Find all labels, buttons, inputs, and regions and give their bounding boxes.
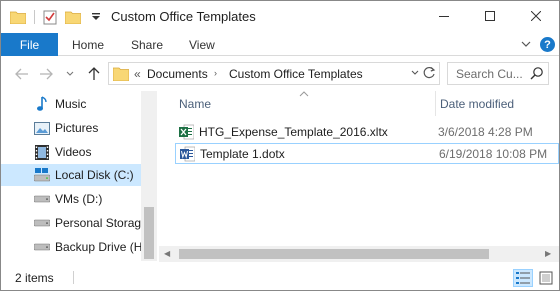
large-icons-view-button[interactable]: [536, 269, 556, 287]
file-row-selected[interactable]: Template 1.dotx 6/19/2018 10:08 PM: [175, 143, 559, 164]
title-bar: Custom Office Templates: [1, 1, 559, 33]
navigation-bar: « Documents › Custom Office Templates Se…: [1, 57, 559, 91]
status-divider: [73, 271, 74, 284]
scrollbar-thumb[interactable]: [179, 249, 489, 259]
file-row[interactable]: HTG_Expense_Template_2016.xltx 3/6/2018 …: [175, 122, 559, 143]
tab-share[interactable]: Share: [131, 38, 163, 52]
scrollbar-thumb[interactable]: [144, 207, 154, 259]
maximize-icon: [485, 11, 495, 21]
horizontal-scrollbar[interactable]: ◀ ▶: [159, 246, 559, 262]
sidebar-item-label: Local Disk (C:): [55, 168, 134, 182]
sidebar-item-local-disk[interactable]: Local Disk (C:): [1, 164, 141, 186]
file-date-modified: 6/19/2018 10:08 PM: [439, 147, 548, 161]
forward-button[interactable]: [39, 66, 53, 82]
tab-home[interactable]: Home: [72, 38, 104, 52]
folder-icon: [113, 67, 129, 81]
sidebar-item-music[interactable]: Music: [1, 93, 141, 115]
details-view-button[interactable]: [513, 269, 533, 287]
minimize-icon: [439, 16, 449, 17]
sidebar-item-videos[interactable]: Videos: [1, 141, 141, 163]
search-box[interactable]: Search Cu...: [447, 62, 549, 85]
sort-ascending-icon: [299, 89, 309, 99]
quick-access-toolbar: [9, 7, 110, 27]
sidebar-item-personal-storage[interactable]: Personal Storage: [1, 212, 148, 234]
search-input[interactable]: Search Cu...: [456, 67, 526, 81]
column-divider[interactable]: [435, 91, 436, 116]
sidebar-item-vms[interactable]: VMs (D:): [1, 188, 141, 210]
breadcrumb-overflow[interactable]: «: [134, 67, 141, 81]
breadcrumb-documents[interactable]: Documents: [147, 67, 208, 81]
column-header-name[interactable]: Name: [179, 97, 211, 111]
file-name: Template 1.dotx: [200, 147, 285, 161]
address-bar[interactable]: « Documents › Custom Office Templates: [108, 62, 440, 85]
close-button[interactable]: [513, 1, 559, 31]
file-name: HTG_Expense_Template_2016.xltx: [199, 125, 388, 139]
breadcrumb-separator-icon[interactable]: ›: [214, 68, 217, 78]
new-folder-icon[interactable]: [64, 8, 82, 26]
refresh-icon[interactable]: [422, 66, 436, 83]
item-count: 2 items: [15, 271, 54, 285]
maximize-button[interactable]: [467, 1, 513, 31]
drive-icon: [34, 191, 50, 207]
toolbar-divider: [34, 10, 35, 24]
help-button[interactable]: ?: [540, 37, 555, 52]
large-icons-view-icon: [539, 271, 553, 285]
file-date-modified: 3/6/2018 4:28 PM: [438, 125, 533, 139]
sidebar-item-label: Videos: [55, 145, 92, 159]
file-list: Name Date modified HTG_Expense_Template_…: [159, 89, 559, 262]
explorer-window: Custom Office Templates File Home Share …: [0, 0, 560, 291]
sidebar-item-label: Backup Drive (H: [55, 240, 143, 254]
tab-file[interactable]: File: [1, 33, 58, 56]
column-header-date-modified[interactable]: Date modified: [440, 97, 514, 111]
breadcrumb-current[interactable]: Custom Office Templates: [229, 67, 363, 81]
chevron-down-icon: [66, 71, 74, 76]
folder-icon[interactable]: [9, 8, 27, 26]
local-disk-icon: [34, 167, 50, 183]
back-button[interactable]: [15, 66, 29, 82]
word-template-icon: [180, 146, 196, 165]
sidebar-scrollbar[interactable]: [141, 91, 157, 261]
details-view-icon: [516, 272, 530, 284]
customize-toolbar-dropdown-icon[interactable]: [87, 8, 105, 26]
expand-ribbon-chevron-icon[interactable]: [520, 38, 532, 50]
navigation-pane: Music Pictures Videos Local Disk (C:) VM…: [1, 91, 157, 261]
sidebar-item-label: Pictures: [55, 121, 99, 135]
tab-view[interactable]: View: [189, 38, 215, 52]
videos-icon: [34, 144, 50, 160]
ribbon-tabs: File Home Share View ?: [1, 33, 559, 56]
excel-template-icon: [179, 124, 195, 143]
forward-arrow-icon: [40, 68, 53, 80]
recent-locations-button[interactable]: [65, 66, 75, 82]
close-icon: [531, 11, 541, 21]
window-title: Custom Office Templates: [111, 9, 256, 24]
drive-icon: [34, 239, 50, 255]
scroll-left-icon[interactable]: ◀: [164, 249, 170, 258]
back-arrow-icon: [15, 68, 28, 80]
search-icon[interactable]: [530, 66, 544, 83]
scroll-right-icon[interactable]: ▶: [545, 249, 551, 258]
pictures-icon: [34, 120, 50, 136]
sidebar-item-label: Personal Storage: [55, 216, 148, 230]
drive-icon: [34, 215, 50, 231]
sidebar-item-label: VMs (D:): [55, 192, 103, 206]
up-arrow-icon: [88, 67, 100, 80]
up-button[interactable]: [87, 66, 101, 82]
sidebar-item-pictures[interactable]: Pictures: [1, 117, 141, 139]
music-icon: [34, 96, 50, 112]
status-bar: 2 items: [1, 265, 559, 290]
minimize-button[interactable]: [421, 1, 467, 31]
properties-icon[interactable]: [41, 8, 59, 26]
sidebar-item-backup-drive[interactable]: Backup Drive (H: [1, 236, 143, 258]
sidebar-item-label: Music: [55, 97, 87, 111]
address-dropdown-icon[interactable]: [411, 68, 419, 78]
